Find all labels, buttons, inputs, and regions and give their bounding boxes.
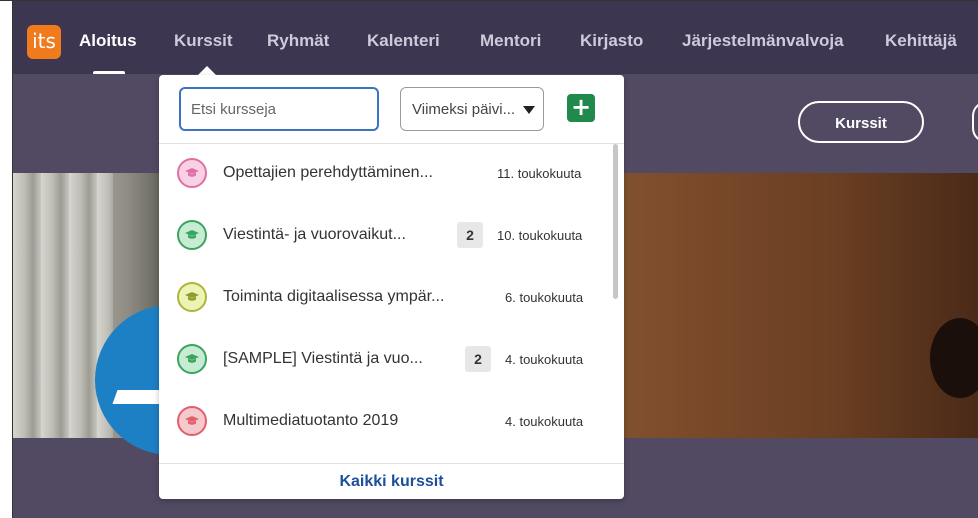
list-scrollbar[interactable] [613,144,618,299]
graduation-cap-icon [177,406,207,436]
course-date: 10. toukokuuta [497,228,583,243]
new-items-badge: 2 [465,346,491,372]
top-navigation: its Aloitus Kurssit Ryhmät Kalenteri Men… [13,1,978,75]
new-items-badge: 2 [457,222,483,248]
course-title: Opettajien perehdyttäminen... [223,164,433,181]
nav-item-kehittaja[interactable]: Kehittäjä [885,31,957,51]
course-date: 11. toukokuuta [497,166,582,181]
all-courses-link[interactable]: Kaikki kurssit [159,473,624,491]
caret-down-icon [523,106,535,114]
nav-item-jarjestelmanvalvoja[interactable]: Järjestelmänvalvoja [682,31,844,51]
course-list-item[interactable]: Viestintä- ja vuorovaikut... 2 10. touko… [159,206,624,268]
nav-item-kurssit[interactable]: Kurssit [174,31,233,51]
sort-select[interactable]: Viimeksi päivi... [400,87,544,131]
nav-item-ryhmat[interactable]: Ryhmät [267,31,329,51]
graduation-cap-icon [177,282,207,312]
courses-dropdown: Viimeksi päivi... + Opettajien perehdytt… [159,75,624,499]
course-list: Opettajien perehdyttäminen... 11. toukok… [159,144,624,464]
its-logo[interactable]: its [27,25,61,59]
course-list-item[interactable]: Opettajien perehdyttäminen... 11. toukok… [159,144,624,206]
courses-button[interactable]: Kurssit [798,101,924,143]
course-date: 4. toukokuuta [505,352,584,367]
graduation-cap-icon [177,220,207,250]
course-list-item[interactable]: Toiminta digitaalisessa ympär... 6. touk… [159,268,624,330]
add-course-button[interactable]: + [567,94,595,122]
course-title: Multimediatuotanto 2019 [223,412,399,429]
graduation-cap-icon [177,158,207,188]
divider [159,463,624,464]
nav-item-mentori[interactable]: Mentori [480,31,541,51]
course-title: Viestintä- ja vuorovaikut... [223,226,406,243]
nav-item-kalenteri[interactable]: Kalenteri [367,31,440,51]
course-date: 6. toukokuuta [505,290,584,305]
course-list-item[interactable]: Multimediatuotanto 2019 4. toukokuuta [159,392,624,454]
course-title: [SAMPLE] Viestintä ja vuo... [223,350,423,367]
course-date: 4. toukokuuta [505,414,584,429]
graduation-cap-icon [177,344,207,374]
course-search-input[interactable] [179,87,379,131]
nav-item-kirjasto[interactable]: Kirjasto [580,31,643,51]
course-list-item[interactable]: [SAMPLE] Viestintä ja vuo... 2 4. toukok… [159,330,624,392]
course-title: Toiminta digitaalisessa ympär... [223,288,445,305]
nav-item-aloitus[interactable]: Aloitus [79,31,137,51]
sort-select-value: Viimeksi päivi... [412,101,516,118]
